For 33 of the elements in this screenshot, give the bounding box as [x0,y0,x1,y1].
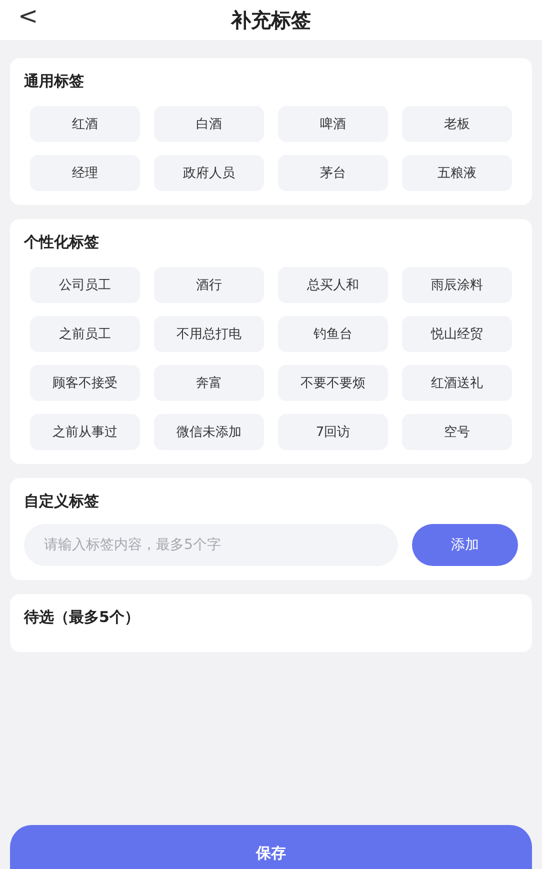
tag-chip[interactable]: 啤酒 [278,106,388,142]
tag-chip[interactable]: 雨辰涂料 [402,267,512,303]
tag-chip[interactable]: 红酒 [30,106,140,142]
tag-chip[interactable]: 红酒送礼 [402,365,512,401]
tag-chip[interactable]: 之前员工 [30,316,140,352]
tag-chip[interactable]: 不用总打电 [154,316,264,352]
tag-chip[interactable]: 空号 [402,414,512,450]
section-title: 待选（最多5个） [24,607,140,628]
tag-chip[interactable]: 奔富 [154,365,264,401]
section-title: 个性化标签 [24,232,100,253]
tag-chip[interactable]: 不要不要烦 [278,365,388,401]
tag-chip[interactable]: 白酒 [154,106,264,142]
page-title: 补充标签 [231,6,311,34]
tag-chip[interactable]: 茅台 [278,155,388,191]
tag-chip[interactable]: 总买人和 [278,267,388,303]
tag-input-field[interactable]: 请输入标签内容，最多5个字 [24,524,398,566]
add-button[interactable]: 添加 [412,524,518,566]
tag-chip[interactable]: 7回访 [278,414,388,450]
tag-chip[interactable]: 五粮液 [402,155,512,191]
section-title: 通用标签 [24,71,85,92]
back-button[interactable]: < [14,2,42,30]
tag-chip[interactable]: 钓鱼台 [278,316,388,352]
tag-chip[interactable]: 政府人员 [154,155,264,191]
tag-chip[interactable]: 之前从事过 [30,414,140,450]
tag-chip[interactable]: 顾客不接受 [30,365,140,401]
tag-chip[interactable]: 老板 [402,106,512,142]
tag-chip[interactable]: 酒行 [154,267,264,303]
tag-chip[interactable]: 悦山经贸 [402,316,512,352]
section-title: 自定义标签 [24,491,100,512]
save-button[interactable]: 保存 [10,825,532,869]
tag-chip[interactable]: 公司员工 [30,267,140,303]
tag-chip[interactable]: 经理 [30,155,140,191]
tag-chip[interactable]: 微信未添加 [154,414,264,450]
